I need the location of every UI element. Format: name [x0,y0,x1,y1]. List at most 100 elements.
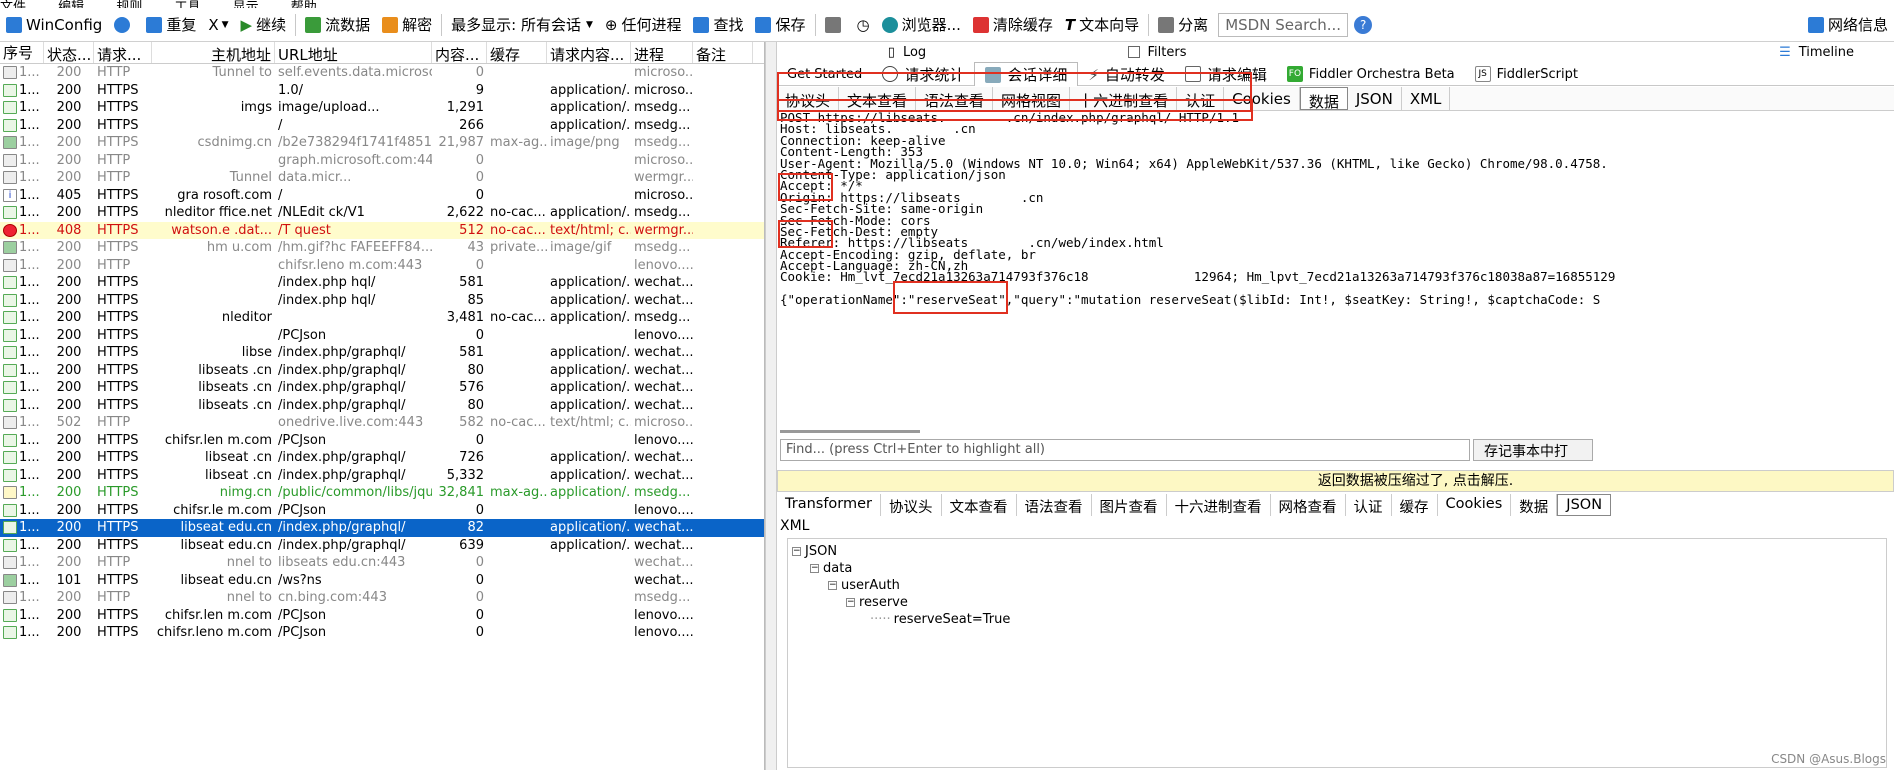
table-row[interactable]: 1... 200 HTTP chifsr.leno m.com:443 0 lenovo.… [0,257,764,275]
tab-resp-caching[interactable]: 缓存 [1392,494,1438,516]
tab-resp-cookies[interactable]: Cookies [1438,494,1512,516]
tab-raw[interactable]: 数据 [1299,87,1348,111]
horizontal-scrollbar[interactable] [780,430,920,433]
table-row[interactable]: 1... 200 HTTPS chifsr.len m.com/PCJson 0 leno… [0,432,764,450]
help-icon[interactable]: ? [1354,15,1373,34]
tab-resp-hexview[interactable]: 十六进制查看 [1167,494,1271,516]
replay-button[interactable]: 重复 [140,8,202,42]
table-row[interactable]: i 1... 405 HTTPS gra rosoft.com / 0 microso... [0,187,764,205]
table-row[interactable]: 1... 200 HTTPS nleditor 3,481 no-cac... applic… [0,309,764,327]
tab-xml[interactable]: XML [1402,87,1451,110]
tab-composer[interactable]: 请求编辑 [1175,62,1277,86]
comment-button[interactable] [108,8,140,42]
tab-resp-imageview[interactable]: 图片查看 [1092,494,1167,516]
tab-resp-json[interactable]: JSON [1557,494,1612,516]
tearoff-button[interactable]: 分离 [1152,8,1214,42]
table-row[interactable]: 1... 408 HTTPS watson.e .dat... /T quest 512 n… [0,221,764,239]
tab-syntaxview[interactable]: 语法查看 [916,87,994,110]
tab-resp-textview[interactable]: 文本查看 [942,494,1017,516]
table-row[interactable]: 1... 502 HTTP onedrive.live.com:443 582 no-ca… [0,414,764,432]
msdn-search-input[interactable]: MSDN Search... [1218,12,1349,37]
table-row[interactable]: 1... 200 HTTPS chifsr.leno m.com/PCJson 0 len… [0,624,764,642]
column-header-body[interactable]: 内容... [432,42,487,63]
any-process-button[interactable]: ⊕ 任何进程 [599,8,688,42]
tab-headers[interactable]: 协议头 [777,87,840,110]
table-row[interactable]: 1... 200 HTTPS libseat edu.cn/index.php/gra… [0,537,764,555]
tree-node-data[interactable]: − data [810,560,852,576]
column-header-caching[interactable]: 缓存 [487,42,547,63]
table-row[interactable]: 1... 101 HTTPS libseat edu.cn/ws?ns 0 wechat.… [0,572,764,590]
browse-button[interactable]: 浏览器... [876,8,967,42]
table-row[interactable]: 1... 200 HTTPS libseat edu.cn/index.php/gra… [0,519,764,537]
tab-hexview[interactable]: 十六进制查看 [1070,87,1178,110]
column-header-status[interactable]: 状态... [44,42,94,63]
tab-get-started[interactable]: Get Started [777,62,872,86]
tab-autoresponder[interactable]: ⚡ 自动转发 [1078,62,1175,86]
table-row[interactable]: 1... 200 HTTPS/index.php hql/85 application… [0,292,764,310]
table-row[interactable]: 1... 200 HTTP Tunnel data.micr... 0 wermgr... [0,169,764,187]
tab-resp-syntaxview[interactable]: 语法查看 [1017,494,1092,516]
find-input[interactable]: Find... (press Ctrl+Enter to highlight a… [780,439,1470,461]
table-row[interactable]: 1... 200 HTTPS libseats .cn/index.php/graph… [0,362,764,380]
column-header-url[interactable]: URL地址 [275,42,432,63]
table-row[interactable]: 1... 200 HTTPS/PCJson 0 lenovo.... [0,327,764,345]
winconfig-button[interactable]: WinConfig [0,8,108,42]
column-header-comments[interactable]: 备注 [693,42,753,63]
table-row[interactable]: 1... 200 HTTPS / 266 application/... msedg... [0,117,764,135]
tab-statistics[interactable]: 请求统计 [872,62,974,86]
tab-resp-xml[interactable]: XML [777,516,1894,536]
keep-sessions-dropdown[interactable]: 最多显示: 所有会话 ▼ [445,8,599,42]
column-header-id[interactable]: 序号 [0,42,44,63]
tab-resp-raw[interactable]: 数据 [1511,494,1558,516]
timer-button[interactable]: ◷ [851,8,876,42]
table-row[interactable]: 1... 200 HTTPS libseats .cn/index.php/graph… [0,397,764,415]
table-row[interactable]: 1... 200 HTTP nnel to cn.bing.com:443 0 msedg.… [0,589,764,607]
tree-node-reserveseat[interactable]: ····· reserveSeat=True [870,611,1010,627]
decode-button[interactable]: 解密 [376,8,438,42]
tree-node-json[interactable]: − JSON [792,543,837,559]
tab-resp-webview[interactable]: 网格查看 [1271,494,1346,516]
remove-button[interactable]: X ▼ [202,8,234,42]
table-row[interactable]: 1... 200 HTTP Tunnel to self.events.data.mic… [0,64,764,82]
tab-textview[interactable]: 文本查看 [839,87,917,110]
tree-node-reserve[interactable]: − reserve [846,594,908,610]
table-row[interactable]: 1... 200 HTTPS chifsr.len m.com/PCJson 0 leno… [0,607,764,625]
column-header-protocol[interactable]: 请求... [94,42,152,63]
table-row[interactable]: 1... 200 HTTPS libseat .cn/index.php/graphq… [0,467,764,485]
tab-log[interactable]: ▯ Log [777,42,1037,62]
tab-transformer[interactable]: Transformer [777,494,882,516]
table-row[interactable]: 1... 200 HTTPS nleditor ffice.net/NLEdit ck… [0,204,764,222]
table-row[interactable]: 1... 200 HTTP nnel to libseats edu.cn:443 0 we… [0,554,764,572]
table-row[interactable]: 1... 200 HTTPS libse/index.php/graphql/581 a… [0,344,764,362]
find-button[interactable]: 查找 [687,8,749,42]
tab-fiddlerscript[interactable]: JS FiddlerScript [1465,62,1588,86]
table-row[interactable]: 1... 200 HTTPS csdnimg.cn/b2e738294f1741f48… [0,134,764,152]
column-header-process[interactable]: 进程 [631,42,693,63]
stream-button[interactable]: 流数据 [299,8,376,42]
tab-inspectors[interactable]: 会话详细 [974,62,1079,86]
table-row[interactable]: 1... 200 HTTPS/index.php hql/581 applicatio… [0,274,764,292]
online-indicator[interactable]: 网络信息 [1802,8,1894,42]
clear-cache-button[interactable]: 清除缓存 [967,8,1059,42]
tab-resp-headers[interactable]: 协议头 [881,494,942,516]
tab-json[interactable]: JSON [1348,87,1402,110]
table-row[interactable]: 1... 200 HTTPS imgs image/upload... 1,291 appl… [0,99,764,117]
table-row[interactable]: 1... 200 HTTPS chifsr.le m.com/PCJson 0 lenov… [0,502,764,520]
decode-banner[interactable]: 返回数据被压缩过了, 点击解压. [777,470,1894,492]
tab-filters[interactable]: Filters [1037,42,1277,62]
tab-resp-auth[interactable]: 认证 [1346,494,1392,516]
text-wizard-button[interactable]: T 文本向导 [1059,8,1145,42]
splitter[interactable] [765,42,777,770]
tab-timeline[interactable]: ☰ Timeline [1277,42,1894,62]
tab-cookies[interactable]: Cookies [1224,87,1300,110]
table-row[interactable]: 1... 200 HTTPS libseat .cn/index.php/graphq… [0,449,764,467]
table-row[interactable]: 1... 200 HTTPS 1.0/9 application/... microso.… [0,82,764,100]
screenshot-button[interactable] [819,8,851,42]
tree-node-userauth[interactable]: − userAuth [828,577,900,593]
column-header-content-type[interactable]: 请求内容... [547,42,631,63]
table-row[interactable]: 1... 200 HTTP graph.microsoft.com:443 0 micro… [0,152,764,170]
tab-auth[interactable]: 认证 [1177,87,1225,110]
raw-request-view[interactable]: POST https://libseats. .cn/index.php/gra… [780,112,1894,430]
resume-button[interactable]: ▶ 继续 [235,8,293,42]
view-in-notepad-button[interactable]: 存记事本中打 [1473,439,1593,461]
